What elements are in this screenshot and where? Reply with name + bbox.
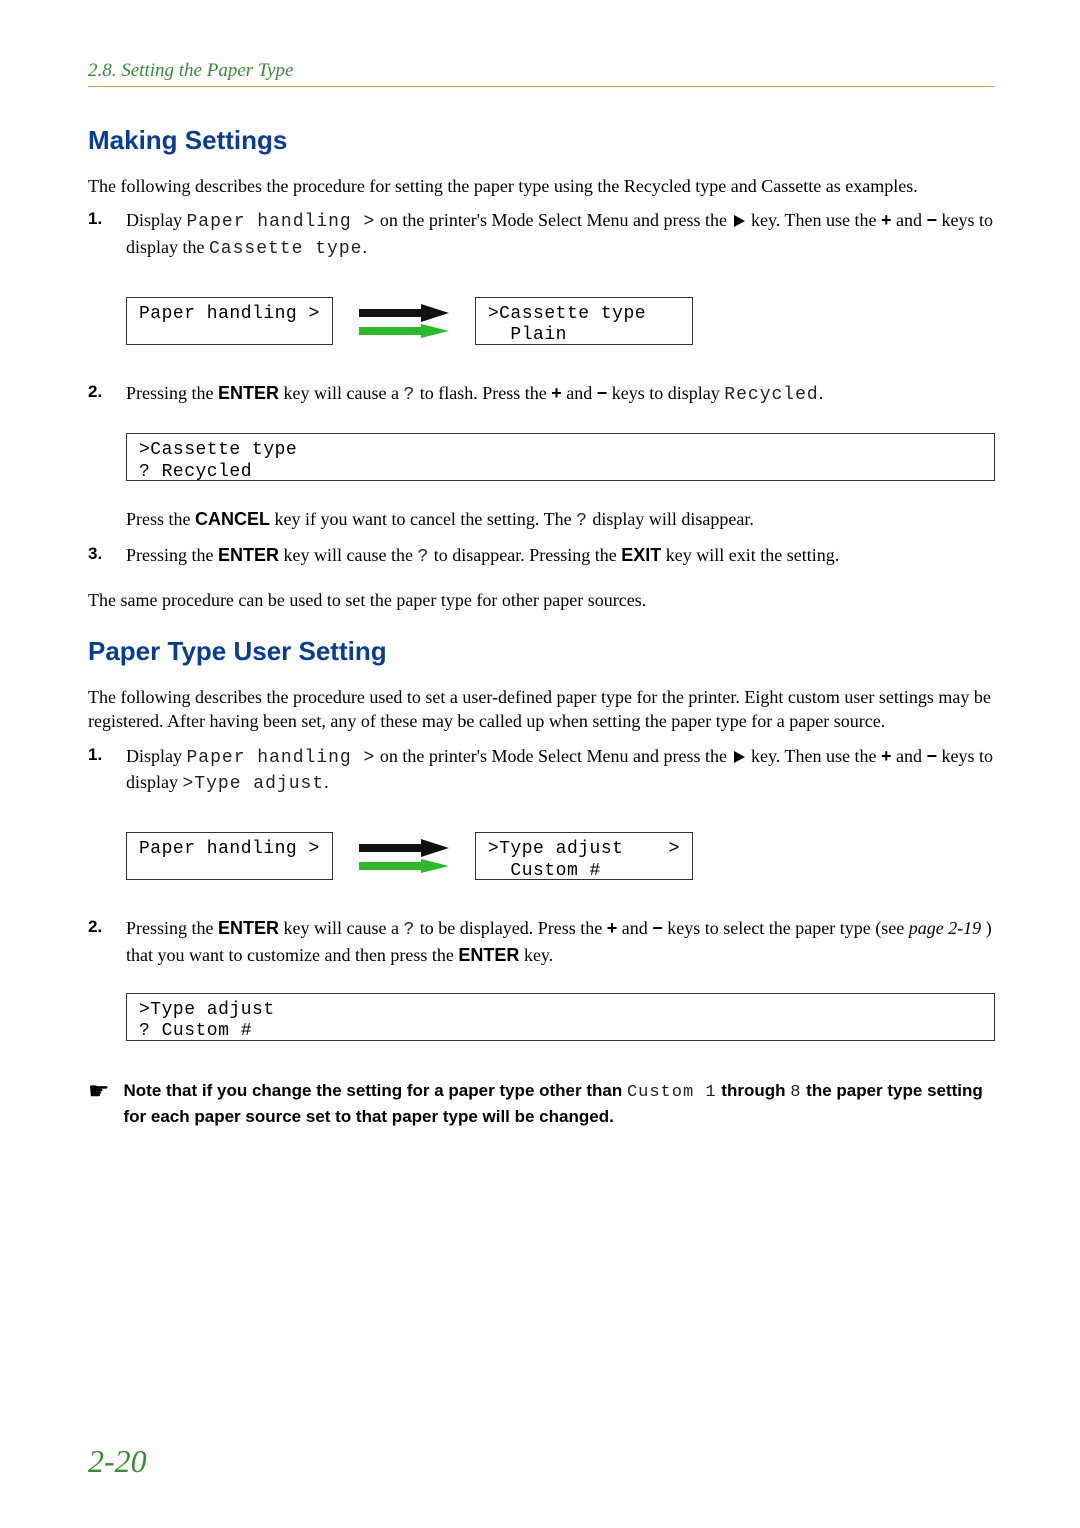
lcd-display: >Cassette type Plain xyxy=(475,297,693,345)
step-2b: Press the CANCEL key if you want to canc… xyxy=(126,507,995,533)
step-body: Pressing the ENTER key will cause a ? to… xyxy=(126,916,995,967)
right-arrow-icon xyxy=(734,215,745,227)
step-1: 1. Display Paper handling > on the print… xyxy=(88,208,995,261)
lcd-text: Cassette type xyxy=(209,239,362,259)
lcd-text: Paper handling > xyxy=(187,212,376,232)
page-number: 2-20 xyxy=(88,1443,147,1480)
step-body: Display Paper handling > on the printer'… xyxy=(126,208,995,261)
lcd-text: Paper handling > xyxy=(187,748,376,768)
arrow-icon xyxy=(359,304,449,338)
step-body: Pressing the ENTER key will cause the ? … xyxy=(126,543,995,569)
page-reference: page 2-19 xyxy=(909,918,981,938)
step-number: 2. xyxy=(88,381,126,407)
step-number: 1. xyxy=(88,744,126,797)
step-number: 2. xyxy=(88,916,126,967)
step-1: 1. Display Paper handling > on the print… xyxy=(88,744,995,797)
lcd-display: >Type adjust > Custom # xyxy=(475,832,693,880)
intro-paragraph: The following describes the procedure fo… xyxy=(88,174,995,198)
lcd-diagram: Paper handling > >Type adjust > Custom # xyxy=(126,832,995,880)
lcd-display: Paper handling > xyxy=(126,832,333,880)
lcd-diagram: Paper handling > >Cassette type Plain xyxy=(126,297,995,345)
step-number: 1. xyxy=(88,208,126,261)
step-number: 3. xyxy=(88,543,126,569)
note-block: ☛ Note that if you change the setting fo… xyxy=(88,1079,995,1129)
heading-making-settings: Making Settings xyxy=(88,125,995,156)
pointing-hand-icon: ☛ xyxy=(88,1079,110,1104)
step-2: 2. Pressing the ENTER key will cause a ?… xyxy=(88,916,995,967)
arrow-icon xyxy=(359,839,449,873)
step-2: 2. Pressing the ENTER key will cause a ?… xyxy=(88,381,995,407)
lcd-text: >Type adjust xyxy=(183,774,325,794)
step-body: Display Paper handling > on the printer'… xyxy=(126,744,995,797)
step-3: 3. Pressing the ENTER key will cause the… xyxy=(88,543,995,569)
step-body: Pressing the ENTER key will cause a ? to… xyxy=(126,381,995,407)
page-section-header: 2.8. Setting the Paper Type xyxy=(88,60,995,87)
lcd-text: Recycled xyxy=(724,385,818,405)
intro-paragraph: The following describes the procedure us… xyxy=(88,685,995,734)
right-arrow-icon xyxy=(734,751,745,763)
note-text: Note that if you change the setting for … xyxy=(124,1079,995,1129)
outro-paragraph: The same procedure can be used to set th… xyxy=(88,588,995,612)
lcd-display: >Type adjust ? Custom # xyxy=(126,993,995,1041)
heading-paper-type-user-setting: Paper Type User Setting xyxy=(88,636,995,667)
lcd-display: >Cassette type ? Recycled xyxy=(126,433,995,481)
lcd-display: Paper handling > xyxy=(126,297,333,345)
